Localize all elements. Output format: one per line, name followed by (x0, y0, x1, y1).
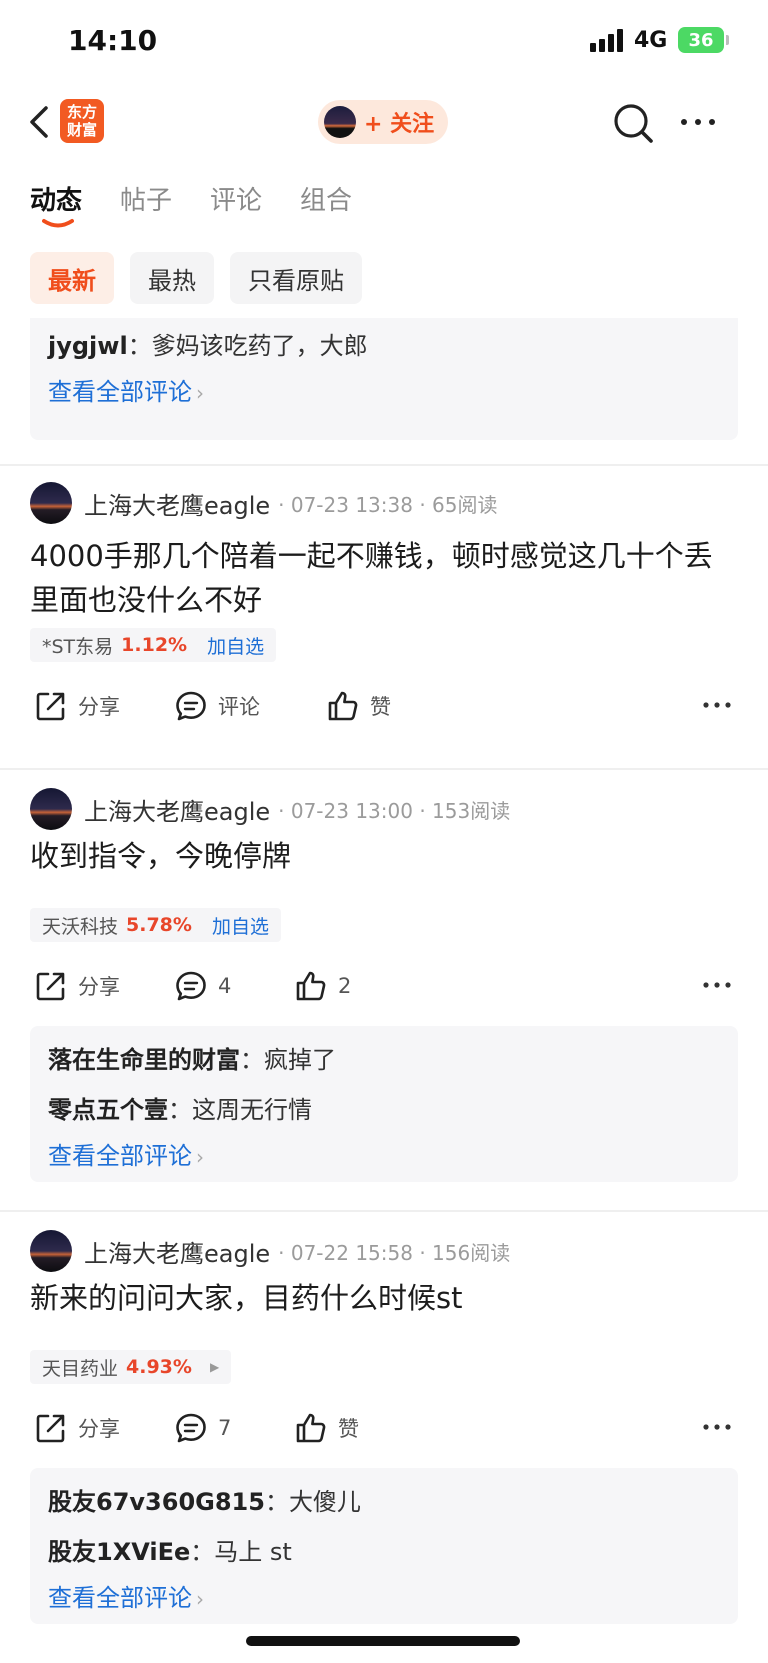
like-label: 赞 (370, 695, 391, 719)
view-all-comments[interactable]: 查看全部评论 › (48, 1578, 204, 1613)
comment-button[interactable]: 4 (174, 966, 231, 1006)
like-count: 2 (338, 974, 352, 998)
like-button[interactable]: 2 (294, 966, 351, 1006)
comment-icon (176, 1413, 206, 1443)
like-icon (328, 691, 358, 721)
filter-original-only[interactable]: 只看原贴 (230, 252, 362, 304)
share-label: 分享 (78, 1417, 120, 1441)
comment-count: 4 (218, 974, 232, 998)
avatar[interactable] (30, 1230, 72, 1272)
author-row: 上海大老鹰eagle · 07-22 15:58 · 156阅读 (30, 1230, 510, 1272)
post-text: 4000手那几个陪着一起不赚钱，顿时感觉这几十个丢里面也没什么不好 (30, 539, 713, 617)
battery-level: 36 (688, 29, 714, 51)
post-text: 收到指令，今晚停牌 (30, 839, 292, 873)
comment-icon (176, 971, 206, 1001)
tab-portfolio[interactable]: 组合 (300, 180, 352, 230)
more-icon[interactable] (678, 102, 718, 142)
status-bar: 14:10 4G 36 (0, 0, 768, 84)
share-icon (36, 692, 65, 721)
post-meta: · 07-22 15:58 · 156阅读 (278, 1240, 511, 1265)
comment-line: 股友67v360G815：大傻儿 (48, 1488, 361, 1516)
tab-comments[interactable]: 评论 (210, 180, 262, 230)
signal-icon (590, 28, 626, 52)
author-name[interactable]: 上海大老鹰eagle (84, 792, 270, 827)
author-name[interactable]: 上海大老鹰eagle (84, 486, 270, 521)
action-bar: 分享 7 赞 (30, 1408, 738, 1448)
comment-preview: 落在生命里的财富：疯掉了 零点五个壹：这周无行情 查看全部评论 › (30, 1026, 738, 1182)
add-watchlist-button[interactable]: 加自选 (207, 632, 264, 659)
share-button[interactable]: 分享 (34, 686, 120, 726)
feed: 新概 jygjwl：爹妈该吃药了，大郎 查看全部评论› 上海大老鹰eagle ·… (0, 318, 768, 1663)
view-all-comments[interactable]: 查看全部评论 › (48, 372, 204, 407)
like-label: 赞 (338, 1417, 359, 1441)
avatar[interactable] (30, 482, 72, 524)
author-row: 上海大老鹰eagle · 07-23 13:38 · 65阅读 (30, 482, 498, 524)
tab-label: 动态 (30, 186, 83, 216)
back-icon[interactable] (22, 102, 62, 142)
like-icon (296, 1413, 326, 1443)
network-type: 4G (634, 28, 668, 53)
comment-button[interactable]: 评论 (174, 686, 260, 726)
comment-line: jygjwl：爹妈该吃药了，大郎 (48, 332, 368, 360)
post-card[interactable]: 上海大老鹰eagle · 07-23 13:38 · 65阅读 4000手那几个… (0, 466, 768, 766)
action-bar: 分享 4 2 (30, 966, 738, 1006)
nav-bar: 东方财富 + 关注 (0, 96, 768, 148)
comment-count: 7 (218, 1416, 232, 1440)
comment-label: 评论 (218, 695, 260, 719)
comment-icon (176, 691, 206, 721)
like-icon (296, 971, 326, 1001)
share-label: 分享 (78, 695, 120, 719)
tab-posts[interactable]: 帖子 (120, 180, 172, 230)
comment-line: 落在生命里的财富：疯掉了 (48, 1046, 336, 1074)
more-icon[interactable] (702, 974, 732, 996)
like-button[interactable]: 赞 (294, 1408, 359, 1448)
comment-preview: 新概 jygjwl：爹妈该吃药了，大郎 查看全部评论› (30, 318, 738, 440)
tab-dynamics[interactable]: 动态 (30, 180, 82, 230)
tab-indicator (42, 219, 74, 228)
avatar (324, 106, 356, 138)
follow-label: + 关注 (364, 112, 435, 137)
post-card[interactable]: 上海大老鹰eagle · 07-22 15:58 · 156阅读 新来的问问大家… (0, 1212, 768, 1662)
comment-preview: 股友67v360G815：大傻儿 股友1XViEe：马上 st 查看全部评论 › (30, 1468, 738, 1624)
home-indicator[interactable] (246, 1636, 520, 1646)
share-icon (36, 972, 65, 1001)
share-button[interactable]: 分享 (34, 966, 120, 1006)
share-button[interactable]: 分享 (34, 1408, 120, 1448)
app-logo: 东方财富 (60, 99, 104, 143)
view-all-comments[interactable]: 查看全部评论 › (48, 1136, 204, 1171)
follow-button[interactable]: + 关注 (318, 100, 448, 144)
author-row: 上海大老鹰eagle · 07-23 13:00 · 153阅读 (30, 788, 510, 830)
more-icon[interactable] (702, 1416, 732, 1438)
stock-tag[interactable]: *ST东易 1.12% 加自选 (30, 628, 277, 662)
add-watchlist-button[interactable]: 加自选 (212, 912, 269, 939)
tab-bar: 动态 帖子 评论 组合 (30, 180, 390, 230)
comment-line: 股友1XViEe：马上 st (48, 1538, 292, 1566)
action-bar: 分享 评论 赞 (30, 686, 738, 726)
filter-bar: 最新 最热 只看原贴 (30, 252, 378, 304)
post-meta: · 07-23 13:00 · 153阅读 (278, 798, 511, 823)
stock-tag[interactable]: 天沃科技 5.78% 加自选 (30, 908, 281, 942)
share-icon (36, 1414, 65, 1443)
post-meta: · 07-23 13:38 · 65阅读 (278, 492, 498, 517)
status-time: 14:10 (68, 24, 158, 57)
comment-button[interactable]: 7 (174, 1408, 231, 1448)
play-icon: ▶ (209, 1360, 220, 1374)
search-icon[interactable] (612, 102, 654, 144)
stock-tag[interactable]: 天目药业 4.93% ▶ (30, 1350, 232, 1384)
avatar[interactable] (30, 788, 72, 830)
like-button[interactable]: 赞 (326, 686, 391, 726)
comment-line: 零点五个壹：这周无行情 (48, 1096, 312, 1124)
author-name[interactable]: 上海大老鹰eagle (84, 1234, 270, 1269)
share-label: 分享 (78, 975, 120, 999)
battery-icon: 36 (678, 27, 729, 53)
filter-hot[interactable]: 最热 (130, 252, 214, 304)
filter-latest[interactable]: 最新 (30, 252, 114, 304)
more-icon[interactable] (702, 694, 732, 716)
post-card[interactable]: 上海大老鹰eagle · 07-23 13:00 · 153阅读 收到指令，今晚… (0, 770, 768, 1182)
post-text: 新来的问问大家，目药什么时候st (30, 1281, 463, 1315)
